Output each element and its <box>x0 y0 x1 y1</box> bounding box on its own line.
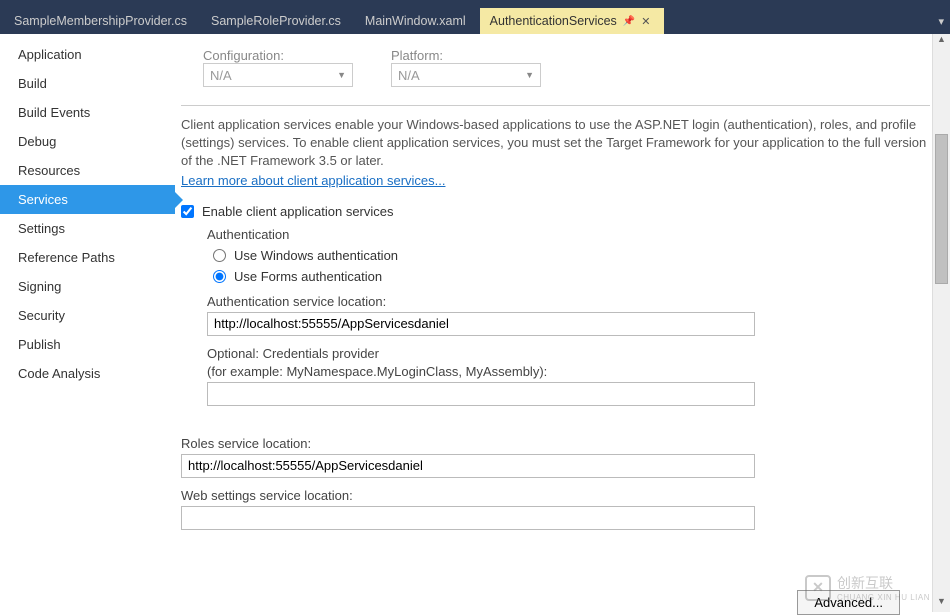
document-tabs: SampleMembershipProvider.cs SampleRolePr… <box>0 8 950 34</box>
sidebar-item-signing[interactable]: Signing <box>0 272 175 301</box>
credentials-provider-input[interactable] <box>207 382 755 406</box>
sidebar-item-build-events[interactable]: Build Events <box>0 98 175 127</box>
tab-sample-membership[interactable]: SampleMembershipProvider.cs <box>4 8 201 34</box>
platform-select[interactable]: N/A ▼ <box>391 63 541 87</box>
scroll-down-icon[interactable]: ▼ <box>933 596 950 612</box>
vertical-scrollbar[interactable]: ▲ ▼ <box>932 34 950 612</box>
sidebar-item-code-analysis[interactable]: Code Analysis <box>0 359 175 388</box>
windows-auth-radio[interactable] <box>213 249 226 262</box>
sidebar-item-settings[interactable]: Settings <box>0 214 175 243</box>
chevron-down-icon: ▼ <box>525 70 534 80</box>
scroll-up-icon[interactable]: ▲ <box>933 34 950 50</box>
sidebar-item-reference-paths[interactable]: Reference Paths <box>0 243 175 272</box>
close-icon[interactable]: ✕ <box>641 15 650 28</box>
auth-service-location-label: Authentication service location: <box>207 294 910 309</box>
roles-service-location-label: Roles service location: <box>181 436 910 451</box>
tab-sample-role[interactable]: SampleRoleProvider.cs <box>201 8 355 34</box>
auth-group-title: Authentication <box>207 227 910 242</box>
tab-mainwindow[interactable]: MainWindow.xaml <box>355 8 480 34</box>
advanced-button[interactable]: Advanced... <box>797 590 900 615</box>
sidebar-item-application[interactable]: Application <box>0 40 175 69</box>
credentials-provider-label2: (for example: MyNamespace.MyLoginClass, … <box>207 364 910 379</box>
web-settings-location-label: Web settings service location: <box>181 488 910 503</box>
credentials-provider-label1: Optional: Credentials provider <box>207 346 910 361</box>
scroll-thumb[interactable] <box>935 134 948 284</box>
chevron-down-icon: ▼ <box>337 70 346 80</box>
sidebar-item-publish[interactable]: Publish <box>0 330 175 359</box>
pin-icon[interactable]: 📌 <box>623 16 635 27</box>
sidebar-item-resources[interactable]: Resources <box>0 156 175 185</box>
platform-label: Platform: <box>391 48 443 63</box>
tab-authentication-services[interactable]: AuthenticationServices 📌 ✕ <box>480 8 665 34</box>
learn-more-link[interactable]: Learn more about client application serv… <box>181 173 445 188</box>
web-settings-location-input[interactable] <box>181 506 755 530</box>
sidebar-item-debug[interactable]: Debug <box>0 127 175 156</box>
sidebar-item-services[interactable]: Services <box>0 185 175 214</box>
forms-auth-radio[interactable] <box>213 270 226 283</box>
sidebar-item-build[interactable]: Build <box>0 69 175 98</box>
forms-auth-label: Use Forms authentication <box>234 269 382 284</box>
enable-services-checkbox[interactable] <box>181 205 194 218</box>
main-panel: Configuration: N/A ▼ Platform: N/A ▼ Cli… <box>175 34 950 612</box>
roles-service-location-input[interactable] <box>181 454 755 478</box>
windows-auth-label: Use Windows authentication <box>234 248 398 263</box>
sidebar: Application Build Build Events Debug Res… <box>0 34 175 612</box>
configuration-label: Configuration: <box>203 48 284 63</box>
separator <box>181 105 930 106</box>
sidebar-item-security[interactable]: Security <box>0 301 175 330</box>
enable-services-label: Enable client application services <box>202 204 394 219</box>
titlebar <box>0 0 950 8</box>
configuration-select[interactable]: N/A ▼ <box>203 63 353 87</box>
tabs-overflow[interactable]: ▾ <box>938 8 950 34</box>
auth-service-location-input[interactable] <box>207 312 755 336</box>
description-text: Client application services enable your … <box>181 116 930 171</box>
